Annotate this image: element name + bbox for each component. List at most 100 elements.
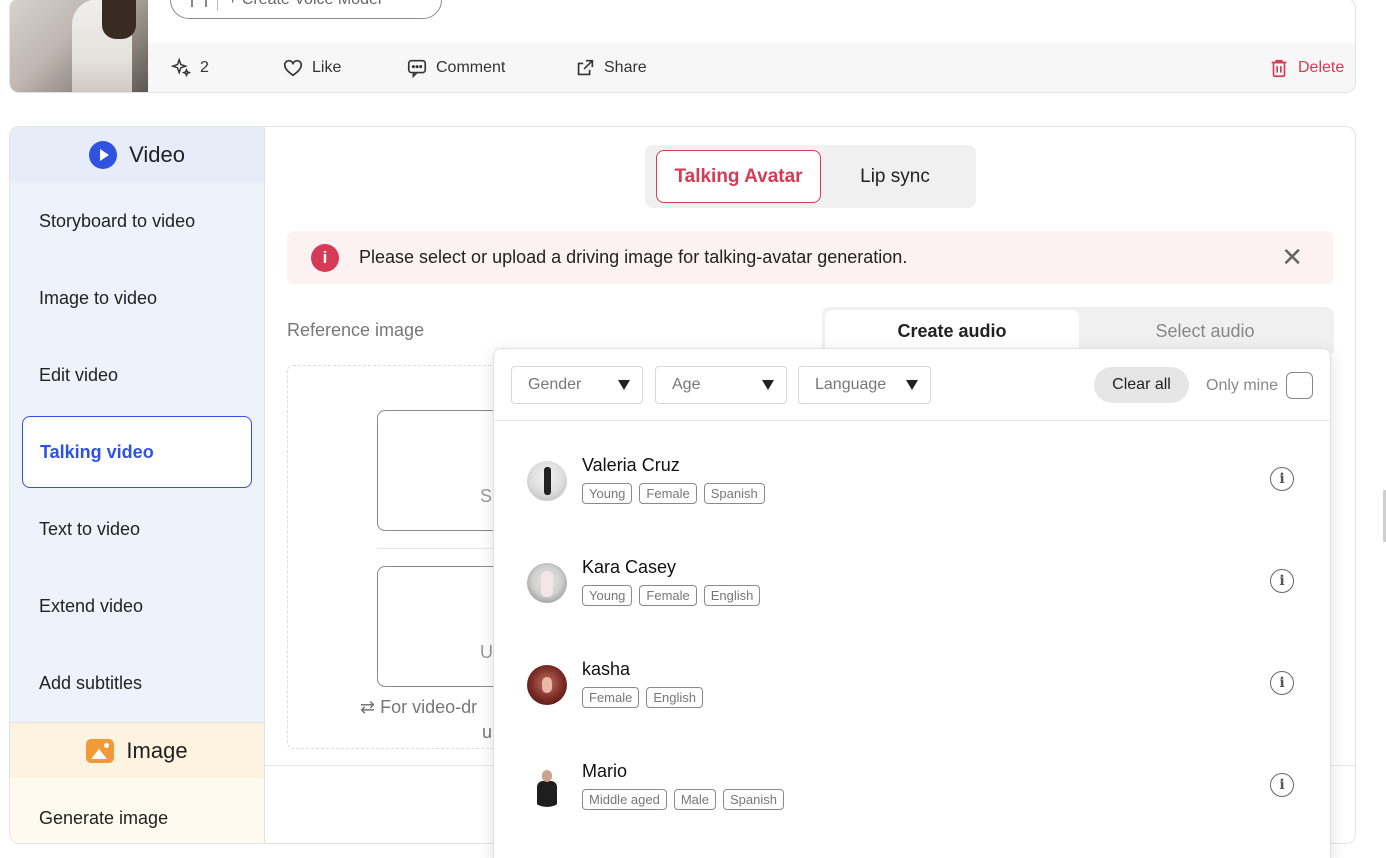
image-section-heading: Image (10, 722, 264, 778)
info-icon[interactable]: i (1270, 569, 1294, 593)
share-label: Share (604, 59, 647, 76)
comment-button[interactable]: Comment (406, 57, 505, 79)
language-select[interactable]: Language (798, 366, 931, 404)
filter-bar: Gender Age Language Clear all Only mine (494, 349, 1330, 421)
reference-hint-line2: u (482, 722, 493, 742)
voice-list-item[interactable]: Kara Casey Young Female English i (494, 549, 1330, 651)
age-select[interactable]: Age (655, 366, 787, 404)
voice-tag: Spanish (703, 483, 765, 504)
sidebar: Video Storyboard to video Image to video… (10, 127, 265, 843)
voice-name: Valeria Cruz (582, 455, 680, 475)
tab-create-audio[interactable]: Create audio (825, 310, 1079, 353)
voice-tag: Female (582, 687, 640, 708)
divider (217, 0, 218, 11)
image-heading-label: Image (126, 737, 188, 763)
sidebar-item-storyboard-to-video[interactable]: Storyboard to video (10, 183, 264, 260)
avatar (527, 665, 567, 705)
voice-tags: Young Female Spanish (582, 483, 765, 504)
language-select-label: Language (815, 376, 887, 393)
sidebar-item-text-to-video[interactable]: Text to video (10, 491, 264, 568)
info-icon[interactable]: i (1270, 671, 1294, 695)
comment-icon (407, 59, 427, 79)
voice-list-item[interactable]: Mario Middle aged Male Spanish i (494, 753, 1330, 855)
post-thumbnail[interactable] (10, 0, 148, 92)
voice-tag: English (646, 687, 703, 708)
sidebar-item-extend-video[interactable]: Extend video (10, 568, 264, 645)
video-heading-label: Video (129, 142, 185, 167)
only-mine-checkbox[interactable] (1286, 372, 1313, 399)
create-voice-model-label: + Create Voice Model (228, 0, 381, 9)
only-mine-label: Only mine (1206, 377, 1279, 394)
avatar (527, 767, 567, 807)
voice-tags: Middle aged Male Spanish (582, 789, 784, 810)
avatar (527, 563, 567, 603)
trash-icon (1271, 59, 1287, 78)
voice-name: Kara Casey (582, 557, 677, 577)
error-alert: i Please select or upload a driving imag… (287, 231, 1333, 284)
sparkle-icon (170, 57, 192, 78)
mode-toggle: Talking Avatar Lip sync (645, 145, 976, 208)
tab-select-audio[interactable]: Select audio (1079, 310, 1331, 353)
voice-tag: Female (639, 483, 697, 504)
close-icon[interactable]: ✕ (1281, 243, 1303, 271)
sidebar-item-add-subtitles[interactable]: Add subtitles (10, 645, 264, 722)
upload-image-label: U (480, 642, 493, 662)
sidebar-item-image-to-video[interactable]: Image to video (10, 260, 264, 337)
reference-image-dropzone[interactable]: S U ⇄ For video-dr u (287, 365, 537, 749)
voice-tag: Middle aged (582, 789, 667, 810)
reference-hint: ⇄ For video-dr (360, 697, 478, 717)
caret-down-icon (618, 380, 630, 390)
voice-tag: Male (673, 789, 717, 810)
waveform-icon (191, 0, 207, 7)
error-icon: i (311, 244, 339, 272)
clear-all-button[interactable]: Clear all (1094, 367, 1189, 403)
sidebar-item-talking-video[interactable]: Talking video (22, 416, 252, 488)
voice-tag: English (703, 585, 761, 606)
gender-select[interactable]: Gender (511, 366, 643, 404)
voice-select-popup: Gender Age Language Clear all Only mine … (493, 348, 1331, 858)
voice-list-item[interactable]: Valeria Cruz Young Female Spanish i (494, 447, 1330, 549)
sidebar-item-generate-image[interactable]: Generate image (10, 778, 264, 843)
caret-down-icon (906, 380, 918, 390)
delete-button[interactable]: Delete (1268, 57, 1344, 79)
voice-list-item[interactable]: kasha Female English i (494, 651, 1330, 753)
heart-icon (283, 59, 303, 77)
caret-down-icon (762, 380, 774, 390)
play-circle-icon (89, 141, 118, 169)
voice-tags: Young Female English (582, 585, 761, 606)
share-button[interactable]: Share (574, 57, 647, 79)
like-label: Like (312, 59, 342, 76)
voice-tag: Young (582, 483, 633, 504)
delete-label: Delete (1298, 59, 1345, 76)
info-icon[interactable]: i (1270, 467, 1294, 491)
generations-count: 2 (200, 59, 209, 76)
post-actions-bar: 2 Like Comment Share Delete (148, 43, 1355, 92)
alert-message: Please select or upload a driving image … (359, 247, 908, 267)
voice-tags: Female English (582, 687, 703, 708)
image-section-items: Generate image (10, 778, 264, 843)
age-select-label: Age (672, 376, 701, 393)
voice-tag: Young (582, 585, 633, 606)
audio-tabs: Create audio Select audio (822, 307, 1334, 353)
info-icon[interactable]: i (1270, 773, 1294, 797)
reference-image-label: Reference image (287, 320, 425, 340)
like-button[interactable]: Like (282, 57, 341, 79)
create-voice-model-button[interactable]: + Create Voice Model (170, 0, 442, 19)
voice-tag: Female (639, 585, 697, 606)
comment-label: Comment (436, 59, 506, 76)
talking-avatar-tab[interactable]: Talking Avatar (656, 150, 821, 203)
select-image-label: S (480, 486, 493, 506)
voice-name: Mario (582, 761, 628, 781)
sidebar-item-edit-video[interactable]: Edit video (10, 337, 264, 414)
post-card: + Create Voice Model 2 Like Comment Shar… (9, 0, 1356, 93)
video-section-heading: Video (10, 127, 264, 183)
voice-tag: Spanish (723, 789, 784, 810)
generations-button[interactable]: 2 (170, 57, 209, 79)
thumbnail-hair (102, 0, 136, 39)
image-icon (86, 738, 115, 763)
voice-name: kasha (582, 659, 631, 679)
gender-select-label: Gender (528, 376, 582, 393)
share-icon (577, 59, 594, 76)
lip-sync-tab[interactable]: Lip sync (825, 150, 965, 203)
avatar (527, 461, 567, 501)
